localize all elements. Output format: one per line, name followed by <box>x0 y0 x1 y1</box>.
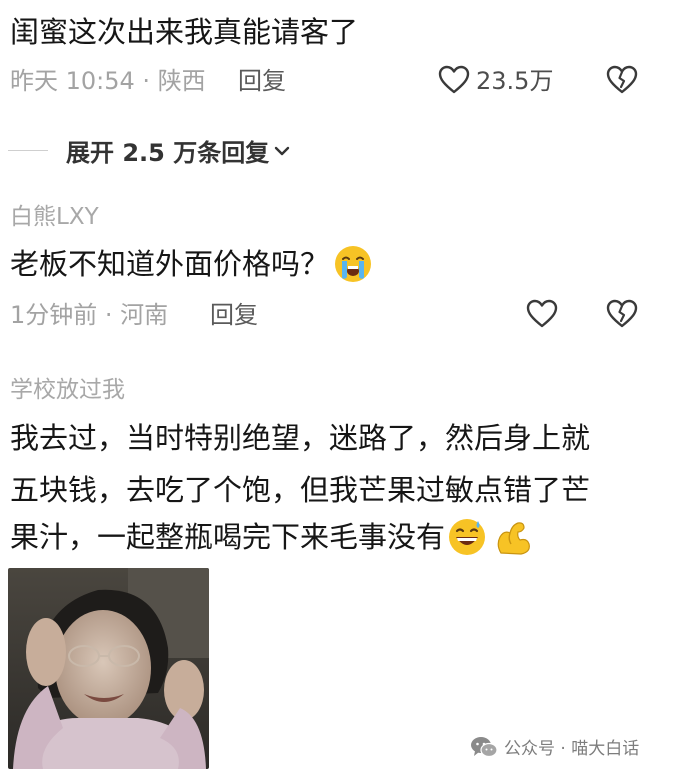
like-count: 23.5万 <box>476 67 554 95</box>
comment-username[interactable]: 学校放过我 <box>10 375 125 405</box>
flexed-biceps-emoji <box>497 522 530 555</box>
expand-replies-label: 展开 2.5 万条回复 <box>66 139 270 167</box>
broken-heart-icon <box>606 65 638 94</box>
like-button[interactable] <box>436 62 472 98</box>
comment-username[interactable]: 白熊LXY <box>10 202 99 232</box>
watermark-text: 公众号 · 喵大白话 <box>504 739 640 759</box>
reaction-photo-image <box>8 568 209 769</box>
loudly-crying-face-emoji <box>335 246 372 282</box>
heart-icon <box>526 299 558 328</box>
comment-text: 闺蜜这次出来我真能请客了 <box>10 15 359 49</box>
comment-text-last-line: 果汁，一起整瓶喝完下来毛事没有 <box>10 517 533 557</box>
reply-button[interactable]: 回复 <box>238 66 286 96</box>
dislike-button[interactable] <box>604 62 640 98</box>
like-button[interactable] <box>524 296 560 332</box>
dislike-button[interactable] <box>604 296 640 332</box>
comment-meta: 1分钟前 · 河南 <box>10 301 169 329</box>
comment-meta: 昨天 10:54 · 陕西 <box>10 67 206 95</box>
comment-location: 陕西 <box>157 67 206 95</box>
chevron-down-icon <box>275 146 290 155</box>
comment-body: 老板不知道外面价格吗？ <box>10 244 373 284</box>
grinning-face-with-sweat-emoji <box>449 519 486 555</box>
comment-time: 1分钟前 <box>10 301 98 329</box>
comment-location: 河南 <box>120 301 169 329</box>
heart-icon <box>438 65 470 94</box>
wechat-icon <box>471 736 498 757</box>
comment-text: 老板不知道外面价格吗？ <box>10 247 330 281</box>
reply-button[interactable]: 回复 <box>210 300 258 330</box>
comment-text-line: 我去过，当时特别绝望，迷路了，然后身上就 <box>10 421 591 455</box>
reaction-photo[interactable] <box>8 568 209 769</box>
broken-heart-icon <box>606 299 638 328</box>
expand-replies-button[interactable]: 展开 2.5 万条回复 <box>8 133 293 168</box>
divider-line <box>8 150 48 151</box>
watermark: 公众号 · 喵大白话 <box>470 734 639 759</box>
comment-text-line: 果汁，一起整瓶喝完下来毛事没有 <box>10 520 446 554</box>
comment-text-line: 五块钱，去吃了个饱，但我芒果过敏点错了芒 <box>10 473 591 507</box>
comment-time: 昨天 10:54 <box>10 67 135 95</box>
